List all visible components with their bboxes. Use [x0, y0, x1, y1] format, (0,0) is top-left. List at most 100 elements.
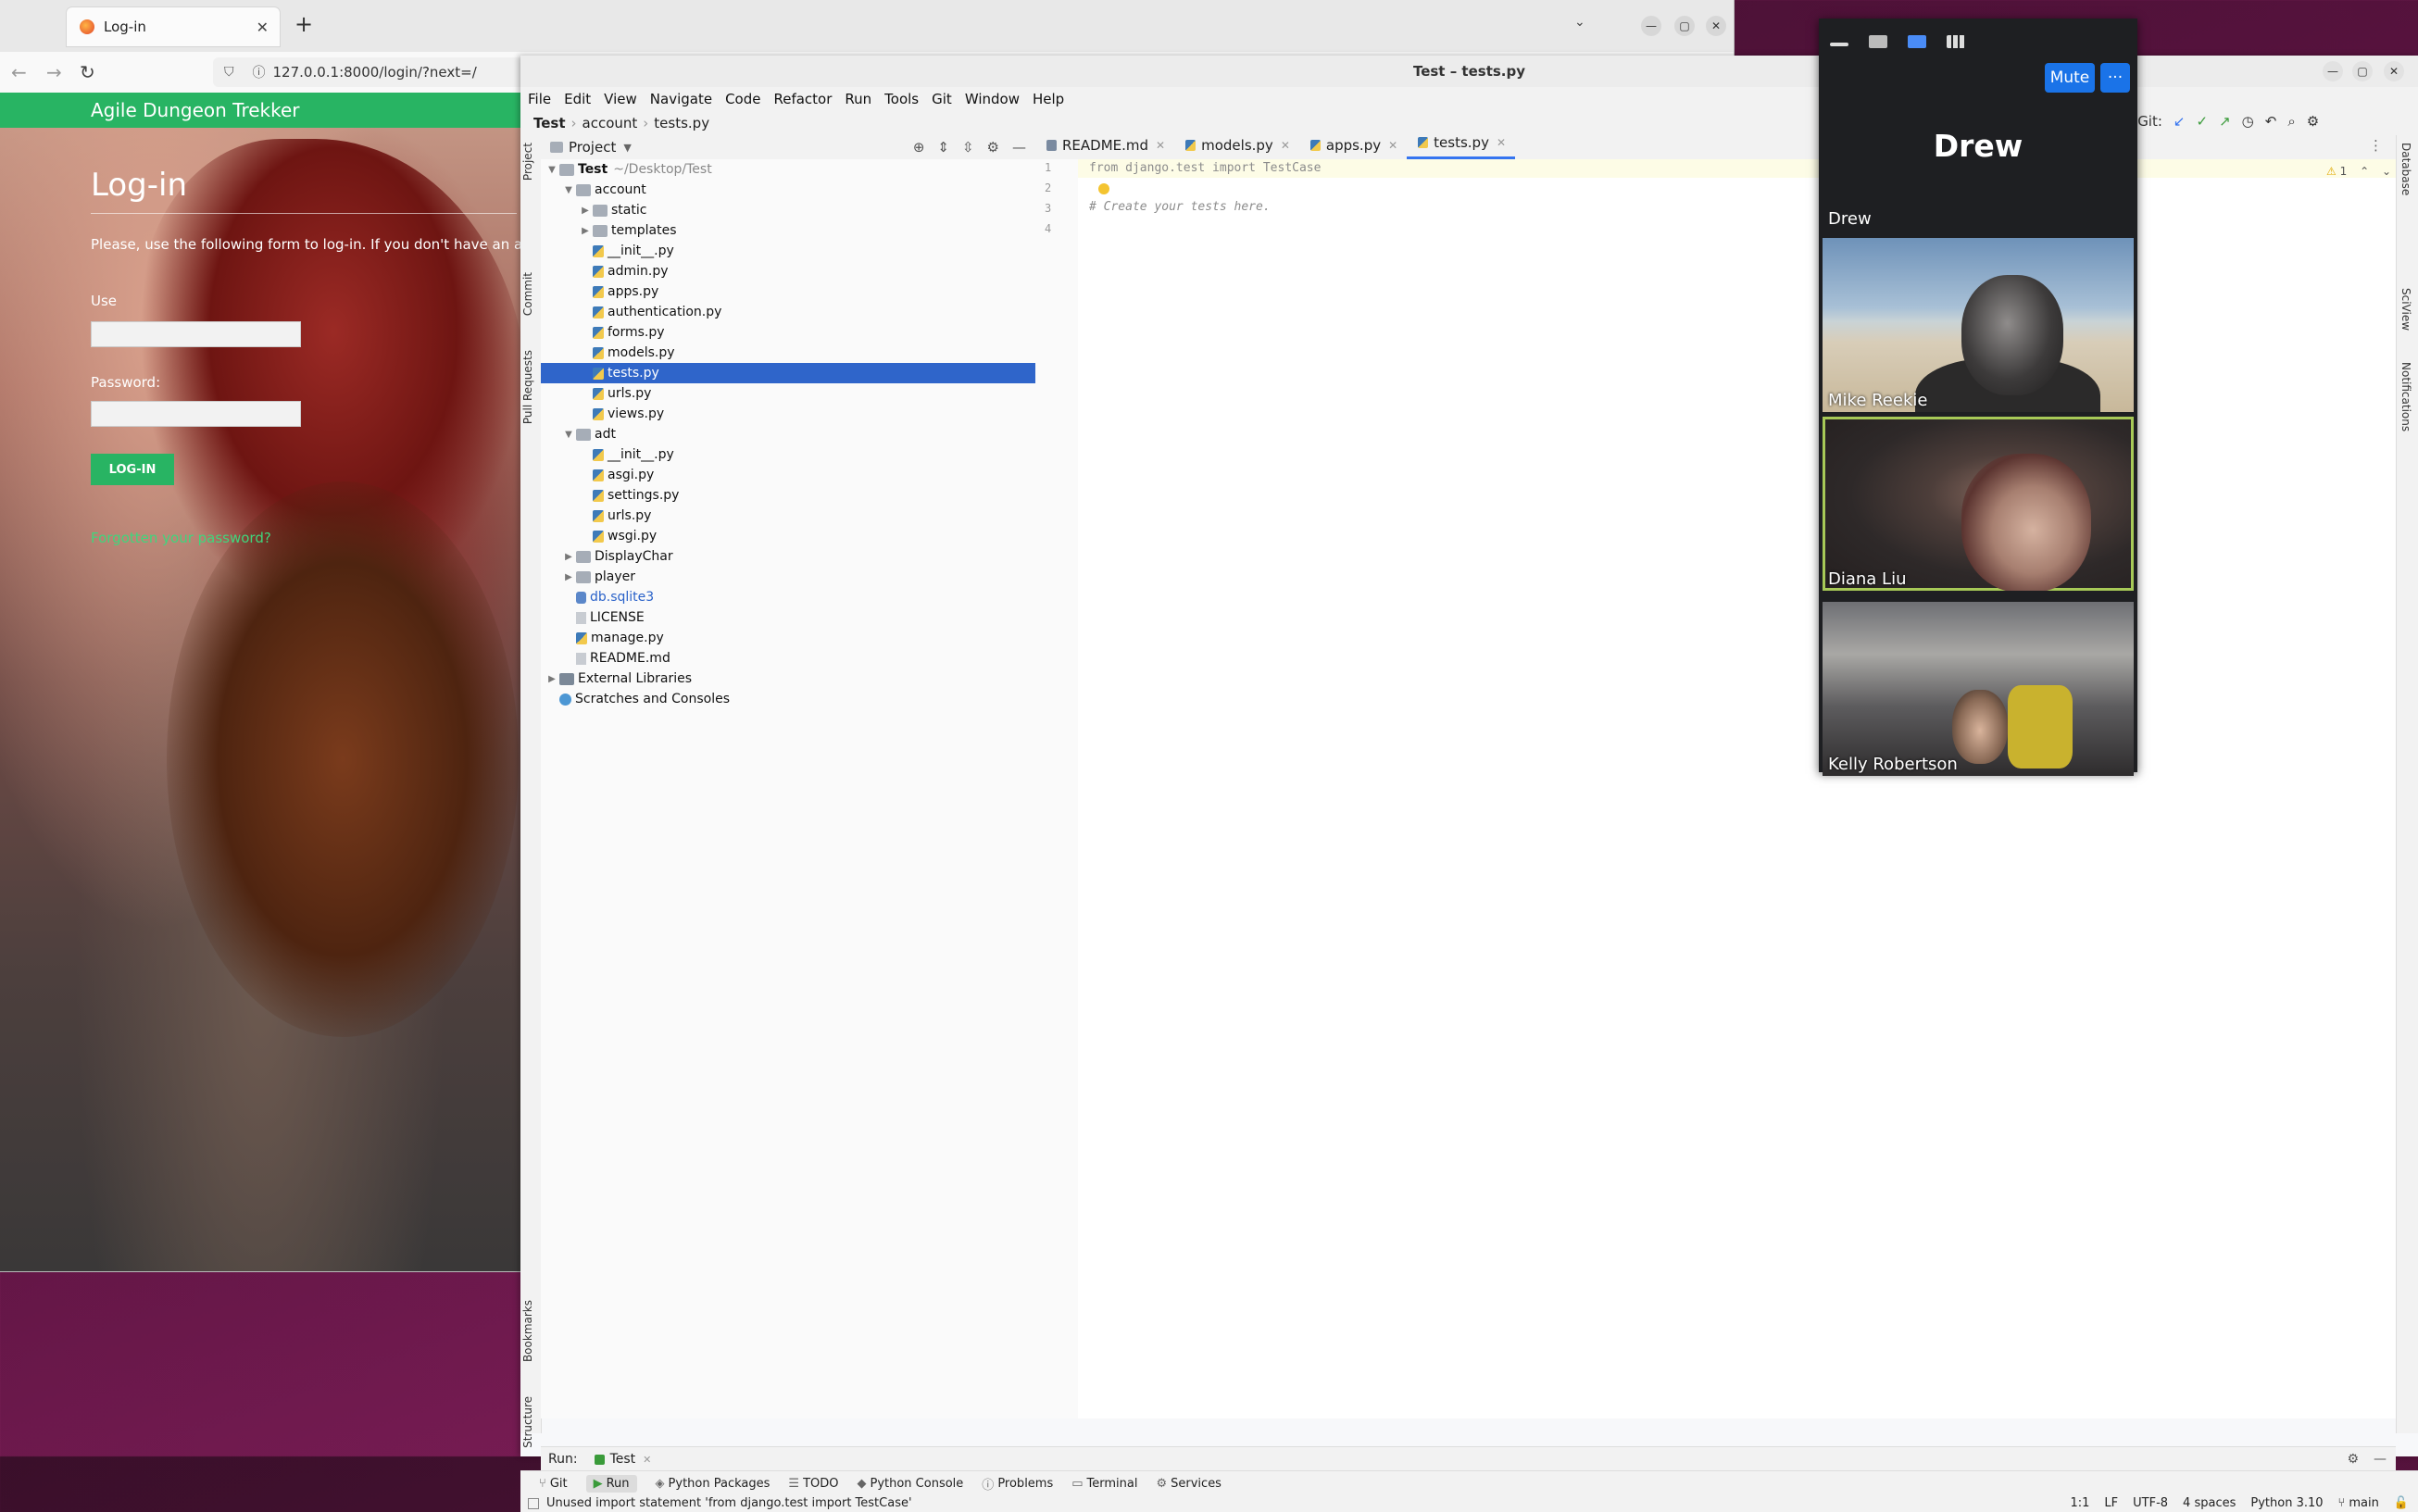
git-push-icon[interactable]: ↗ [2219, 113, 2231, 130]
chevron-right-icon[interactable]: ▶ [580, 206, 591, 216]
commit-tool-tab[interactable]: Commit [521, 272, 540, 316]
tree-item[interactable]: ▼ Test ~/Desktop/Test [541, 159, 1035, 180]
close-tab-icon[interactable]: ✕ [1281, 139, 1290, 152]
tree-item[interactable]: README.md [541, 648, 1035, 669]
menu-code[interactable]: Code [725, 91, 760, 107]
chevron-up-icon[interactable]: ⌃ [2360, 165, 2369, 178]
hide-panel-icon[interactable]: — [1012, 139, 1026, 156]
menu-navigate[interactable]: Navigate [650, 91, 712, 107]
tree-item[interactable]: ▶ templates [541, 220, 1035, 241]
tree-item[interactable]: ▼ account [541, 180, 1035, 200]
rollback-icon[interactable]: ↶ [2265, 113, 2277, 130]
tool-tab-terminal[interactable]: ▭ Terminal [1071, 1477, 1137, 1491]
maximize-button[interactable]: ▢ [1674, 16, 1695, 36]
forgot-password-link[interactable]: Forgotten your password? [91, 530, 271, 546]
menu-refactor[interactable]: Refactor [773, 91, 832, 107]
lock-icon[interactable]: 🔓 [2394, 1496, 2409, 1510]
tool-tab-todo[interactable]: ☰ TODO [788, 1477, 838, 1491]
git-branch[interactable]: main [2349, 1496, 2378, 1510]
breadcrumb-file[interactable]: tests.py [654, 115, 709, 131]
page-info-icon[interactable]: ⓘ [253, 63, 266, 81]
code-line-3[interactable]: # Create your tests here. [1089, 200, 1271, 214]
username-input[interactable] [91, 321, 301, 347]
history-icon[interactable]: ◷ [2242, 113, 2254, 130]
browser-tab[interactable]: Log-in ✕ [67, 7, 280, 46]
collapse-all-icon[interactable]: ⇳ [962, 139, 974, 156]
tree-item[interactable]: tests.py [541, 363, 1035, 383]
git-update-icon[interactable]: ↙ [2174, 113, 2186, 130]
tree-item[interactable]: models.py [541, 343, 1035, 363]
pull-requests-tool-tab[interactable]: Pull Requests [521, 350, 540, 424]
reload-icon[interactable]: ↻ [80, 61, 95, 83]
settings-gear-icon[interactable]: ⚙ [2307, 113, 2319, 130]
chevron-down-icon[interactable]: ⌄ [1574, 15, 1585, 30]
editor-tab-tests[interactable]: tests.py ✕ [1407, 132, 1516, 159]
login-button[interactable]: LOG-IN [91, 454, 174, 485]
menu-run[interactable]: Run [845, 91, 871, 107]
close-tab-icon[interactable]: ✕ [257, 19, 269, 36]
code-editor[interactable]: from django.test import TestCase # Creat… [1078, 159, 2396, 1418]
mute-button[interactable]: Mute [2045, 63, 2095, 93]
tree-item[interactable]: manage.py [541, 628, 1035, 648]
expand-all-icon[interactable]: ⇕ [937, 139, 949, 156]
chevron-right-icon[interactable]: ▶ [580, 226, 591, 236]
menu-tools[interactable]: Tools [884, 91, 919, 107]
tree-item[interactable]: apps.py [541, 281, 1035, 302]
project-tool-tab[interactable]: Project [521, 143, 540, 181]
breadcrumb-folder[interactable]: account [583, 115, 638, 131]
tree-item[interactable]: __init__.py [541, 444, 1035, 465]
speaker-view-icon[interactable] [1869, 35, 1887, 48]
editor-tab-models[interactable]: models.py ✕ [1174, 135, 1299, 159]
menu-git[interactable]: Git [932, 91, 952, 107]
menu-edit[interactable]: Edit [564, 91, 591, 107]
participant-video-tile[interactable]: Mike Reekie [1823, 238, 2134, 412]
status-message[interactable]: Unused import statement 'from django.tes… [546, 1496, 912, 1510]
menu-help[interactable]: Help [1033, 91, 1064, 107]
shield-icon[interactable]: ⛉ [224, 65, 234, 80]
database-tool-tab[interactable]: Database [2399, 143, 2412, 195]
hide-panel-icon[interactable]: — [2374, 1452, 2387, 1467]
password-input[interactable] [91, 401, 301, 427]
tree-item[interactable]: Scratches and Consoles [541, 689, 1035, 709]
gear-icon[interactable]: ⚙ [2347, 1452, 2359, 1467]
close-tab-icon[interactable]: ✕ [643, 1454, 651, 1466]
menu-window[interactable]: Window [965, 91, 1020, 107]
gallery-view-icon[interactable] [1947, 35, 1965, 48]
tree-item[interactable]: authentication.py [541, 302, 1035, 322]
warning-indicator[interactable]: ⚠ 1 ⌃ ⌄ [2326, 165, 2391, 178]
search-icon[interactable]: ⌕ [2287, 113, 2295, 130]
tool-tab-run[interactable]: ▶ Run [585, 1474, 637, 1493]
tree-item[interactable]: views.py [541, 404, 1035, 424]
tree-item[interactable]: admin.py [541, 261, 1035, 281]
lightbulb-icon[interactable] [1098, 183, 1109, 194]
tree-item[interactable]: asgi.py [541, 465, 1035, 485]
chevron-right-icon[interactable]: ▶ [546, 674, 558, 684]
locate-icon[interactable]: ⊕ [913, 139, 925, 156]
tool-tab-problems[interactable]: ⓘ Problems [982, 1475, 1053, 1493]
sidebar-view-icon[interactable] [1908, 35, 1926, 48]
tree-item[interactable]: __init__.py [541, 241, 1035, 261]
minimize-button[interactable]: — [1641, 16, 1661, 36]
notifications-tool-tab[interactable]: Notifications [2399, 362, 2412, 431]
tree-item[interactable]: wsgi.py [541, 526, 1035, 546]
chevron-right-icon[interactable]: ▶ [563, 552, 574, 562]
menu-view[interactable]: View [604, 91, 637, 107]
gear-icon[interactable]: ⚙ [987, 139, 999, 156]
menu-file[interactable]: File [528, 91, 551, 107]
git-commit-icon[interactable]: ✓ [2197, 113, 2209, 130]
site-title[interactable]: Agile Dungeon Trekker [91, 99, 300, 121]
new-tab-button[interactable]: + [294, 11, 313, 37]
chevron-down-icon[interactable]: ▼ [623, 142, 631, 154]
chevron-right-icon[interactable]: ▶ [563, 572, 574, 582]
chevron-down-icon[interactable]: ▼ [563, 430, 574, 440]
ide-maximize-button[interactable]: ▢ [2352, 61, 2373, 81]
minimize-view-icon[interactable] [1830, 43, 1848, 46]
breadcrumb-project[interactable]: Test [533, 115, 566, 131]
forward-arrow-icon[interactable]: → [46, 61, 62, 83]
tree-item[interactable]: ▶ External Libraries [541, 669, 1035, 689]
run-config-tab[interactable]: Test [610, 1452, 636, 1467]
tool-tab-git[interactable]: ⑂ Git [539, 1477, 568, 1491]
chevron-down-icon[interactable]: ▼ [563, 185, 574, 195]
participant-video-tile[interactable]: Diana Liu [1823, 417, 2134, 591]
more-options-button[interactable]: ··· [2100, 63, 2130, 93]
